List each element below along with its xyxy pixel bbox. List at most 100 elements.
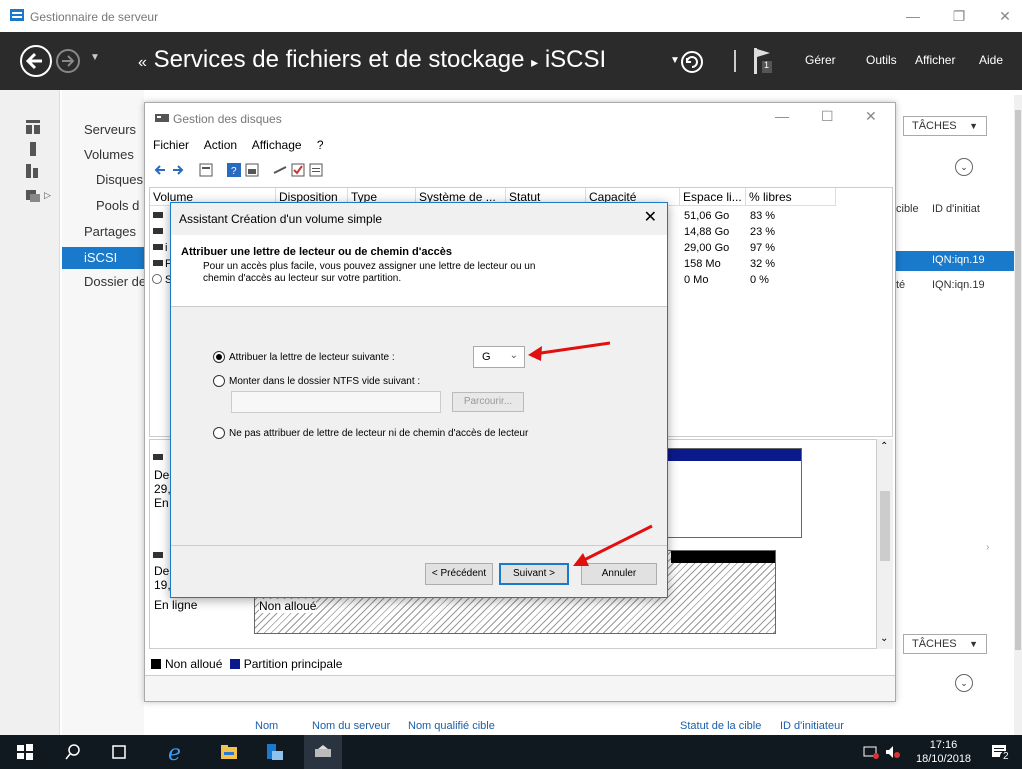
menu-afficher[interactable]: Afficher: [915, 53, 955, 67]
nav-item-pools[interactable]: Pools d: [96, 198, 139, 213]
refresh-button[interactable]: [681, 51, 703, 73]
expand-circle-icon-bottom[interactable]: ⌄: [955, 674, 973, 692]
taches-dropdown-top[interactable]: TÂCHES: [903, 116, 987, 136]
tb-help-icon[interactable]: ?: [227, 163, 241, 177]
flag-badge-count: 1: [764, 60, 770, 70]
breadcrumb-prefix: «: [138, 54, 147, 71]
main-scrollbar-thumb[interactable]: [1015, 110, 1021, 650]
tb-connect-icon[interactable]: [273, 163, 287, 177]
graphical-view-scrollbar-thumb[interactable]: [880, 491, 890, 561]
previous-button[interactable]: < Précédent: [425, 563, 493, 585]
radio-assign-letter[interactable]: [213, 351, 225, 363]
tb-properties-icon[interactable]: [245, 163, 259, 177]
col-statut-cible[interactable]: Statut de la cible: [680, 720, 761, 732]
close-button[interactable]: ✕: [990, 6, 1020, 26]
internet-explorer-icon[interactable]: e: [166, 741, 188, 763]
menu-help[interactable]: ?: [317, 138, 324, 152]
disk1-primary-partition[interactable]: [666, 448, 802, 538]
expand-chevron-icon[interactable]: ▷: [44, 190, 51, 201]
free-space: 0 Mo: [684, 274, 709, 286]
disk-management-taskbar-icon[interactable]: [314, 743, 332, 761]
menu-fichier[interactable]: Fichier: [153, 138, 189, 152]
ntfs-folder-input[interactable]: [231, 391, 441, 413]
menu-aide[interactable]: Aide: [979, 53, 1003, 67]
tb-list-icon[interactable]: [309, 163, 323, 177]
tb-back-icon[interactable]: [153, 163, 167, 177]
radio-mount-ntfs[interactable]: [213, 375, 225, 387]
task-view-icon[interactable]: [110, 743, 128, 761]
scroll-up-icon[interactable]: ⌃: [880, 441, 888, 452]
back-button[interactable]: [20, 45, 52, 77]
cancel-button[interactable]: Annuler: [581, 563, 657, 585]
col-nom[interactable]: Nom: [255, 720, 278, 732]
drive-letter-select[interactable]: G ⌄: [473, 346, 525, 368]
graphical-view-scrollbar[interactable]: ⌃ ⌄: [877, 439, 893, 649]
col-nom-serveur[interactable]: Nom du serveur: [312, 720, 390, 732]
dashboard-icon[interactable]: [26, 120, 40, 134]
legend-swatch-unallocated: [151, 659, 161, 669]
restore-button[interactable]: ❐: [944, 6, 974, 26]
search-icon[interactable]: [64, 743, 82, 761]
scroll-right-chevron-icon[interactable]: ›: [986, 542, 989, 553]
nav-item-iscsi[interactable]: iSCSI: [62, 247, 144, 269]
legend-unallocated: Non alloué: [165, 657, 223, 671]
file-explorer-icon[interactable]: [220, 743, 238, 761]
partition-header-bar: [667, 449, 801, 461]
nav-item-serveurs[interactable]: Serveurs: [84, 122, 136, 137]
radio-mount-ntfs-label[interactable]: Monter dans le dossier NTFS vide suivant…: [229, 376, 420, 387]
network-icon[interactable]: [862, 743, 880, 761]
disk-icon: [153, 552, 163, 558]
col-header-initiateur[interactable]: ID d'initiat: [932, 203, 980, 215]
disk-management-title: Gestion des disques: [173, 112, 282, 126]
breadcrumb-dropdown-icon[interactable]: ▼: [670, 55, 680, 66]
dm-close-button[interactable]: ✕: [865, 108, 877, 125]
main-scrollbar[interactable]: [1014, 95, 1022, 735]
file-services-icon[interactable]: [26, 188, 40, 202]
col-pct-libres[interactable]: % libres: [746, 188, 836, 206]
local-server-icon[interactable]: [26, 142, 40, 156]
nav-item-dossier[interactable]: Dossier de: [84, 274, 146, 289]
taches-dropdown-bottom[interactable]: TÂCHES: [903, 634, 987, 654]
system-clock[interactable]: 17:16 18/10/2018: [916, 738, 971, 766]
radio-assign-letter-label[interactable]: Attribuer la lettre de lecteur suivante …: [229, 352, 395, 363]
disk-icon: [153, 454, 163, 460]
col-id-initiateur[interactable]: ID d'initiateur: [780, 720, 844, 732]
menu-affichage[interactable]: Affichage: [252, 138, 302, 152]
forward-arrow-icon: [62, 55, 75, 67]
col-espace-libre[interactable]: Espace li...: [680, 188, 746, 206]
free-space: 158 Mo: [684, 258, 721, 270]
svg-text:?: ?: [231, 166, 237, 177]
tb-forward-icon[interactable]: [171, 163, 185, 177]
history-dropdown-icon[interactable]: ▼: [90, 52, 100, 63]
wizard-header: Attribuer une lettre de lecteur ou de ch…: [171, 235, 667, 307]
dm-maximize-button[interactable]: ☐: [821, 108, 834, 125]
minimize-button[interactable]: —: [898, 6, 928, 26]
nav-item-volumes[interactable]: Volumes: [84, 147, 134, 162]
next-button[interactable]: Suivant >: [499, 563, 569, 585]
scroll-down-icon[interactable]: ⌄: [880, 633, 888, 644]
notifications-flag-icon[interactable]: 1: [754, 48, 772, 74]
col-nom-qualifie[interactable]: Nom qualifié cible: [408, 720, 495, 732]
breadcrumb-current: iSCSI: [544, 46, 607, 73]
tb-check-icon[interactable]: [291, 163, 305, 177]
nav-item-disques[interactable]: Disques: [96, 172, 143, 187]
forward-button[interactable]: [56, 49, 80, 73]
browse-button[interactable]: Parcourir...: [452, 392, 524, 412]
server-manager-taskbar-icon[interactable]: [266, 743, 284, 761]
menu-action[interactable]: Action: [204, 138, 237, 152]
col-header-cible[interactable]: cible: [896, 203, 919, 215]
menu-outils[interactable]: Outils: [866, 53, 897, 67]
radio-no-letter[interactable]: [213, 427, 225, 439]
tb-grid-icon[interactable]: [199, 163, 213, 177]
dm-minimize-button[interactable]: —: [775, 108, 789, 124]
free-pct: 23 %: [750, 226, 776, 238]
volume-icon[interactable]: [884, 743, 902, 761]
expand-circle-icon[interactable]: ⌄: [955, 158, 973, 176]
nav-item-partages[interactable]: Partages: [84, 224, 136, 239]
all-servers-icon[interactable]: [26, 164, 40, 178]
menu-gerer[interactable]: Gérer: [805, 53, 836, 67]
breadcrumb-section[interactable]: Services de fichiers et de stockage: [154, 46, 525, 73]
wizard-close-button[interactable]: ✕: [644, 207, 657, 227]
radio-no-letter-label[interactable]: Ne pas attribuer de lettre de lecteur ni…: [229, 428, 528, 439]
windows-start-icon[interactable]: [16, 743, 34, 761]
